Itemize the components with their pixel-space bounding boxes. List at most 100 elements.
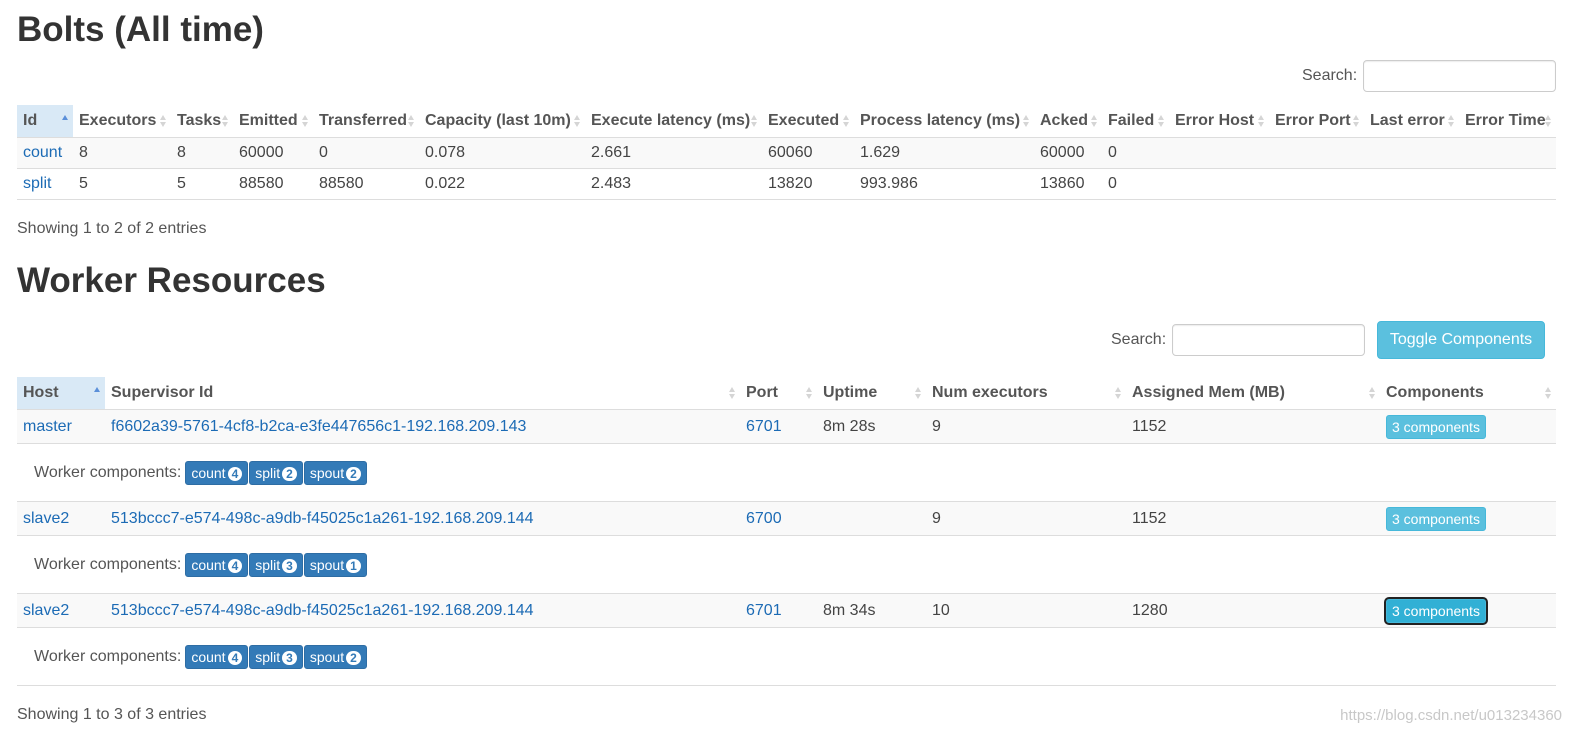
- bolts-col-error-time[interactable]: Error Time: [1459, 105, 1556, 138]
- component-badge[interactable]: count 4: [185, 552, 249, 577]
- sort-both-icon: [729, 387, 736, 399]
- host-link[interactable]: slave2: [23, 602, 69, 619]
- bolt-cell-error-host: [1169, 168, 1269, 200]
- workers-col-components[interactable]: Components: [1380, 377, 1556, 410]
- bolts-search-input[interactable]: [1363, 60, 1556, 92]
- toggle-components-button[interactable]: Toggle Components: [1377, 321, 1545, 359]
- bolts-col-executors[interactable]: Executors: [73, 105, 171, 138]
- sort-both-icon: [408, 115, 415, 127]
- port-link[interactable]: 6700: [746, 510, 782, 527]
- workers-search-label: Search:: [1111, 331, 1167, 348]
- supervisor-id-link[interactable]: 513bccc7-e574-498c-a9db-f45025c1a261-192…: [111, 510, 534, 527]
- worker-cell-supervisor-id: 513bccc7-e574-498c-a9db-f45025c1a261-192…: [105, 501, 740, 536]
- bolt-cell-error-port: [1269, 168, 1364, 200]
- workers-col-supervisor-id[interactable]: Supervisor Id: [105, 377, 740, 410]
- bolts-col-last-error[interactable]: Last error: [1364, 105, 1459, 138]
- bolts-col-emitted[interactable]: Emitted: [233, 105, 313, 138]
- worker-components-label: Worker components:: [34, 647, 182, 665]
- workers-col-num-executors[interactable]: Num executors: [926, 377, 1126, 410]
- bolt-id-link[interactable]: split: [23, 175, 51, 192]
- worker-cell-supervisor-id: f6602a39-5761-4cf8-b2ca-e3fe447656c1-192…: [105, 409, 740, 444]
- worker-cell-num-executors: 9: [926, 409, 1126, 444]
- column-label: Executors: [79, 112, 157, 129]
- component-count: 4: [227, 466, 243, 481]
- bolts-col-process-latency-ms[interactable]: Process latency (ms): [854, 105, 1034, 138]
- components-toggle-button[interactable]: 3 components: [1386, 598, 1486, 623]
- bolts-col-executed[interactable]: Executed: [762, 105, 854, 138]
- sort-both-icon: [574, 115, 581, 127]
- bolt-cell-capacity-last-10m: 0.022: [419, 168, 585, 200]
- column-label: Executed: [768, 112, 840, 129]
- component-badge[interactable]: split 3: [249, 644, 303, 669]
- bolts-col-execute-latency-ms[interactable]: Execute latency (ms): [585, 105, 762, 138]
- sort-both-icon: [751, 115, 758, 127]
- supervisor-id-link[interactable]: f6602a39-5761-4cf8-b2ca-e3fe447656c1-192…: [111, 418, 526, 435]
- column-label: Assigned Mem (MB): [1132, 384, 1285, 401]
- host-link[interactable]: slave2: [23, 510, 69, 527]
- bolts-col-capacity-last-10m[interactable]: Capacity (last 10m): [419, 105, 585, 138]
- components-toggle-button[interactable]: 3 components: [1386, 414, 1486, 439]
- workers-col-port[interactable]: Port: [740, 377, 817, 410]
- bolts-col-tasks[interactable]: Tasks: [171, 105, 233, 138]
- component-count: 2: [346, 466, 361, 481]
- sort-both-icon: [1115, 387, 1122, 399]
- sort-both-icon: [843, 115, 850, 127]
- bolt-cell-error-host: [1169, 137, 1269, 169]
- column-label: Failed: [1108, 112, 1155, 129]
- component-badge[interactable]: spout 2: [303, 460, 367, 485]
- column-label: Supervisor Id: [111, 384, 214, 401]
- component-count: 1: [346, 558, 361, 573]
- component-badge[interactable]: split 2: [249, 460, 303, 485]
- bolts-col-error-host[interactable]: Error Host: [1169, 105, 1269, 138]
- bolts-table: Id Executors Tasks Emitted Transferred Capaci…: [17, 105, 1556, 200]
- column-label: Port: [746, 384, 778, 401]
- workers-col-host[interactable]: Host: [17, 377, 105, 410]
- bolts-col-failed[interactable]: Failed: [1102, 105, 1169, 138]
- bolts-section-title: Bolts (All time): [17, 10, 264, 49]
- bolt-id-link[interactable]: count: [23, 144, 62, 161]
- component-count: 4: [227, 558, 243, 573]
- components-toggle-button[interactable]: 3 components: [1386, 506, 1486, 531]
- component-name: spout: [309, 648, 345, 665]
- supervisor-id-link[interactable]: 513bccc7-e574-498c-a9db-f45025c1a261-192…: [111, 602, 534, 619]
- sort-asc-icon: [94, 387, 101, 393]
- component-badge[interactable]: spout 1: [303, 552, 367, 577]
- workers-col-assigned-mem-mb[interactable]: Assigned Mem (MB): [1126, 377, 1380, 410]
- port-link[interactable]: 6701: [746, 602, 782, 619]
- column-label: Uptime: [823, 384, 878, 401]
- bolt-cell-execute-latency-ms: 2.483: [585, 168, 762, 200]
- component-name: count: [191, 464, 226, 481]
- bolt-cell-executed: 60060: [762, 137, 854, 169]
- bolts-col-error-port[interactable]: Error Port: [1269, 105, 1364, 138]
- workers-section-title: Worker Resources: [17, 261, 326, 300]
- worker-components-cell: Worker components: count 4 split 3 spout 2: [17, 627, 1556, 686]
- component-badge[interactable]: spout 2: [303, 644, 367, 669]
- bolts-col-acked[interactable]: Acked: [1034, 105, 1102, 138]
- worker-cell-num-executors: 10: [926, 593, 1126, 628]
- bolts-col-transferred[interactable]: Transferred: [313, 105, 419, 138]
- bolt-row: split 5 5 88580 88580 0.022 2.483 13820 993.986 1…: [17, 168, 1556, 200]
- worker-components-cell: Worker components: count 4 split 3 spout 1: [17, 535, 1556, 594]
- component-badge[interactable]: split 3: [249, 552, 303, 577]
- bolt-cell-failed: 0: [1102, 137, 1169, 169]
- bolt-cell-error-time: [1459, 168, 1556, 200]
- port-link[interactable]: 6701: [746, 418, 782, 435]
- bolts-col-id[interactable]: Id: [17, 105, 73, 138]
- worker-row: master f6602a39-5761-4cf8-b2ca-e3fe447656…: [17, 409, 1556, 444]
- column-label: Id: [23, 112, 38, 129]
- component-count: 4: [227, 650, 243, 665]
- sort-both-icon: [222, 115, 229, 127]
- column-label: Emitted: [239, 112, 298, 129]
- host-link[interactable]: master: [23, 418, 72, 435]
- workers-col-uptime[interactable]: Uptime: [817, 377, 926, 410]
- bolt-cell-failed: 0: [1102, 168, 1169, 200]
- component-badge[interactable]: count 4: [185, 460, 249, 485]
- bolt-cell-tasks: 5: [171, 168, 233, 200]
- workers-search-input[interactable]: [1172, 324, 1365, 356]
- column-label: Components: [1386, 384, 1484, 401]
- component-badge[interactable]: count 4: [185, 644, 249, 669]
- sort-asc-icon: [62, 115, 69, 121]
- component-count: 2: [346, 650, 361, 665]
- watermark: https://blog.csdn.net/u013234360: [1340, 707, 1562, 724]
- sort-both-icon: [1023, 115, 1030, 127]
